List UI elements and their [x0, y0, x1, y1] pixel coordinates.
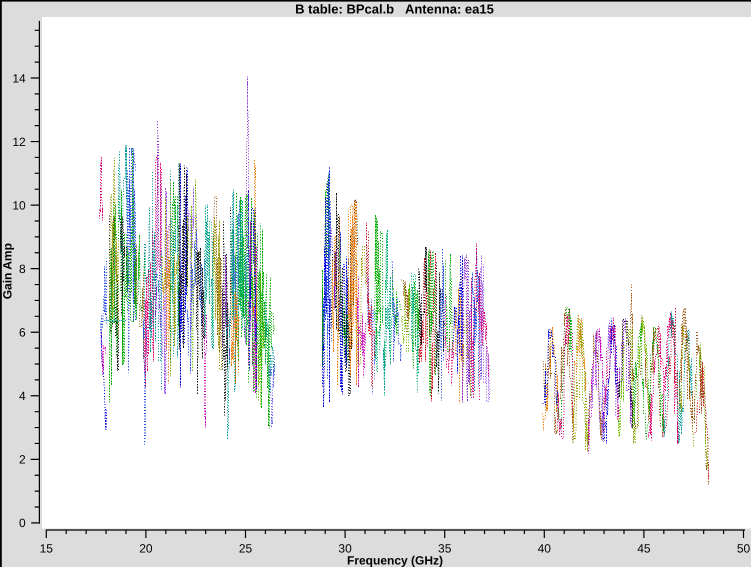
svg-text:15: 15	[40, 542, 54, 556]
svg-text:Frequency (GHz): Frequency (GHz)	[347, 553, 443, 567]
svg-text:14: 14	[12, 71, 26, 85]
svg-text:10: 10	[12, 198, 26, 212]
svg-text:20: 20	[139, 542, 153, 556]
svg-text:B table: BPcal.b Antenna: ea: B table: BPcal.b Antenna: ea15	[295, 2, 494, 17]
svg-text:45: 45	[637, 542, 651, 556]
svg-text:6: 6	[19, 326, 26, 340]
svg-text:8: 8	[19, 262, 26, 276]
svg-text:50: 50	[737, 542, 751, 556]
svg-text:2: 2	[19, 453, 26, 467]
svg-text:Gain Amp: Gain Amp	[1, 243, 15, 299]
svg-text:40: 40	[538, 542, 552, 556]
svg-text:0: 0	[19, 516, 26, 530]
svg-text:25: 25	[239, 542, 253, 556]
svg-text:4: 4	[19, 389, 26, 403]
svg-text:12: 12	[12, 135, 26, 149]
